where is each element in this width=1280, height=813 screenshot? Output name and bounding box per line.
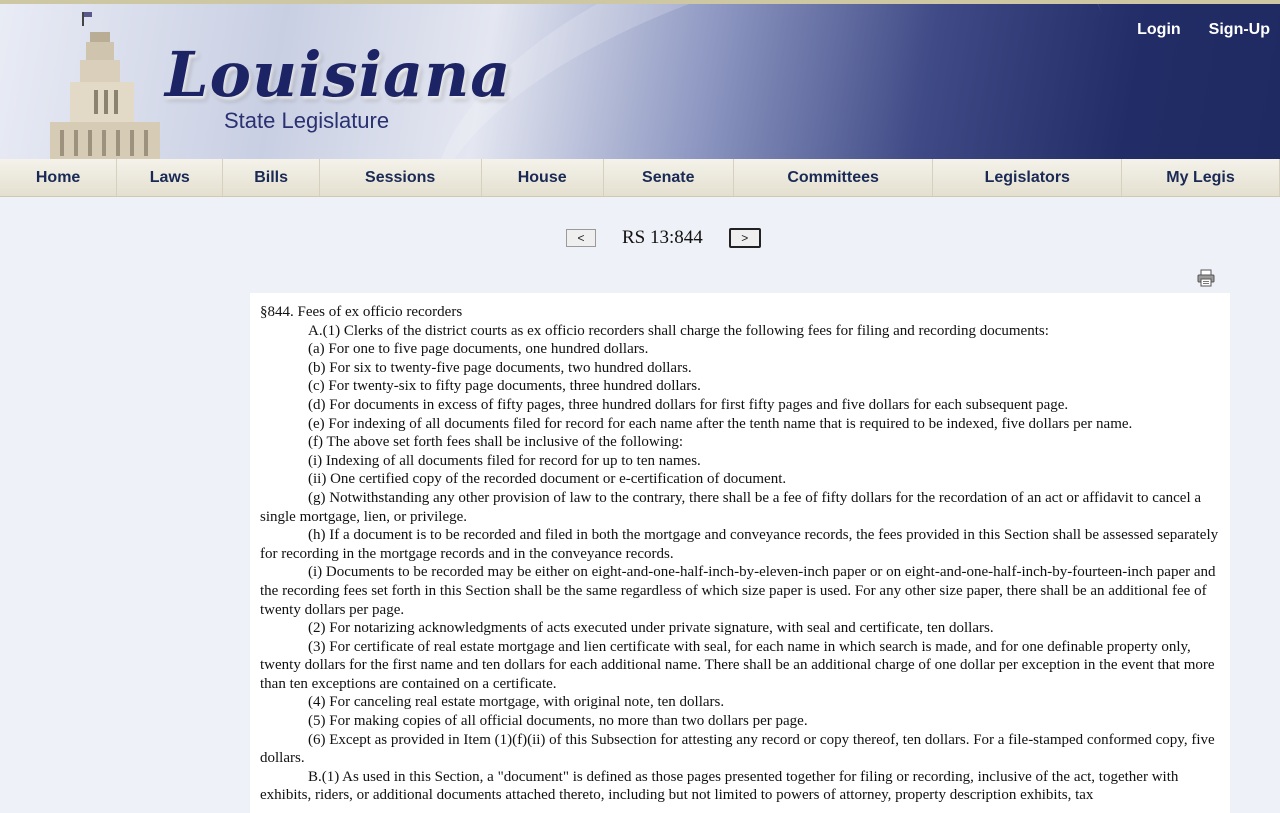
main-nav: Home Laws Bills Sessions House Senate Committe… <box>0 159 1280 197</box>
auth-links: Login Sign-Up <box>1137 21 1270 39</box>
document-paragraph: (ii) One certified copy of the recorded … <box>308 471 787 488</box>
print-icon[interactable] <box>1197 269 1215 287</box>
document-paragraph: (a) For one to five page documents, one … <box>308 341 649 358</box>
header-banner: Louisiana State Legislature Login Sign-U… <box>0 4 1280 159</box>
nav-item-my-legis[interactable]: My Legis <box>1122 159 1280 196</box>
document-paragraph: (3) For certificate of real estate mortg… <box>260 638 1215 692</box>
nav-item-house[interactable]: House <box>482 159 604 196</box>
document-paragraph: (2) For notarizing acknowledgments of ac… <box>308 620 994 637</box>
nav-item-committees[interactable]: Committees <box>734 159 934 196</box>
law-document: §844. Fees of ex officio recorders A.(1)… <box>250 293 1230 813</box>
document-paragraph: (c) For twenty-six to fifty page documen… <box>308 378 701 395</box>
login-link[interactable]: Login <box>1137 21 1181 39</box>
nav-item-home[interactable]: Home <box>0 159 118 196</box>
nav-item-laws[interactable]: Laws <box>117 159 224 196</box>
next-section-button[interactable]: > <box>728 228 761 248</box>
nav-item-sessions[interactable]: Sessions <box>320 159 482 196</box>
section-title: RS 13:844 <box>622 227 703 248</box>
document-paragraph: (4) For canceling real estate mortgage, … <box>308 694 725 711</box>
section-pager: < RS 13:844 > <box>566 227 761 249</box>
logo-subtitle: State Legislature <box>224 108 390 133</box>
document-paragraph: (h) If a document is to be recorded and … <box>260 527 1219 562</box>
document-paragraph: (e) For indexing of all documents filed … <box>308 415 1133 432</box>
document-heading: §844. Fees of ex officio recorders <box>260 304 463 320</box>
document-paragraph: (g) Notwithstanding any other provision … <box>260 489 1202 525</box>
prev-section-button[interactable]: < <box>566 229 596 247</box>
nav-item-bills[interactable]: Bills <box>223 159 320 196</box>
document-paragraph: (b) For six to twenty-five page document… <box>308 359 692 376</box>
nav-item-legislators[interactable]: Legislators <box>933 159 1123 196</box>
signup-link[interactable]: Sign-Up <box>1209 21 1270 39</box>
document-paragraph: A.(1) Clerks of the district courts as e… <box>308 322 1049 339</box>
document-paragraph: (i) Documents to be recorded may be eith… <box>260 564 1216 618</box>
logo-title: Louisiana <box>165 38 512 111</box>
document-paragraph: (f) The above set forth fees shall be in… <box>308 434 684 451</box>
document-paragraph: B.(1) As used in this Section, a "docume… <box>260 768 1179 804</box>
nav-item-senate[interactable]: Senate <box>604 159 734 196</box>
document-paragraph: (5) For making copies of all official do… <box>308 713 808 730</box>
document-paragraph: (d) For documents in excess of fifty pag… <box>308 396 1069 413</box>
document-paragraph: (6) Except as provided in Item (1)(f)(ii… <box>260 731 1215 767</box>
document-paragraph: (i) Indexing of all documents filed for … <box>308 452 701 469</box>
capitol-building-icon <box>50 12 160 159</box>
